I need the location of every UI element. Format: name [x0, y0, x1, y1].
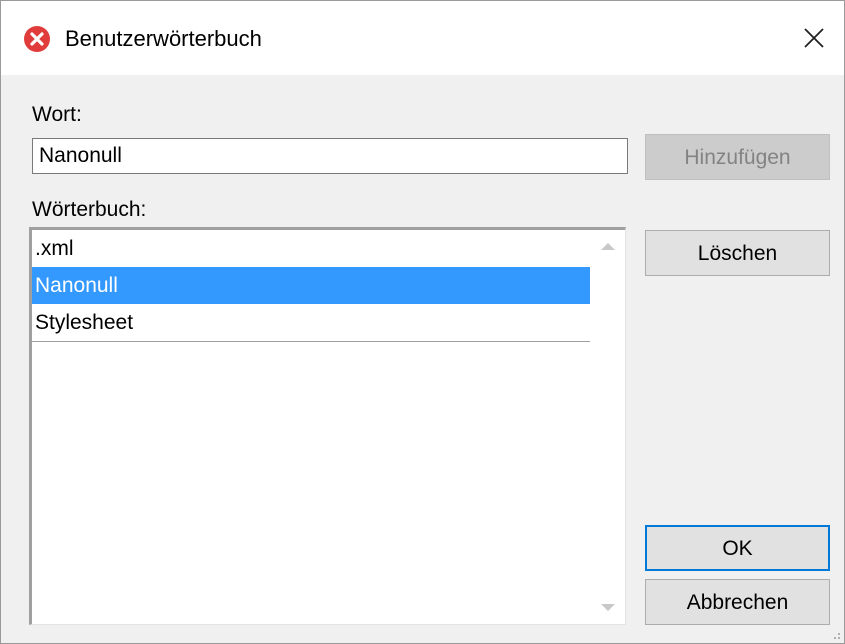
cancel-button[interactable]: Abbrechen — [645, 579, 830, 625]
word-input[interactable] — [32, 138, 628, 174]
close-icon — [804, 28, 824, 48]
delete-button[interactable]: Löschen — [645, 230, 830, 276]
list-item[interactable]: Stylesheet — [32, 304, 590, 341]
app-icon — [23, 25, 51, 53]
dictionary-list: .xml Nanonull Stylesheet — [32, 230, 590, 342]
word-label: Wort: — [32, 103, 82, 126]
scroll-up-arrow-icon[interactable] — [599, 240, 617, 252]
list-divider — [32, 341, 590, 342]
window-title: Benutzerwörterbuch — [65, 26, 262, 51]
vertical-scrollbar[interactable] — [591, 230, 625, 624]
list-item[interactable]: .xml — [32, 230, 590, 267]
scroll-down-arrow-icon[interactable] — [599, 602, 617, 614]
dictionary-label: Wörterbuch: — [32, 198, 147, 221]
close-button[interactable] — [784, 1, 844, 75]
title-bar: Benutzerwörterbuch — [1, 1, 844, 75]
user-dictionary-dialog: Benutzerwörterbuch Wort: Hinzufügen Wört… — [0, 0, 845, 644]
dictionary-listbox[interactable]: .xml Nanonull Stylesheet — [29, 227, 626, 625]
add-button[interactable]: Hinzufügen — [645, 134, 830, 180]
list-item-selected[interactable]: Nanonull — [32, 267, 590, 304]
resize-grip-icon[interactable] — [829, 628, 841, 640]
ok-button[interactable]: OK — [645, 525, 830, 571]
